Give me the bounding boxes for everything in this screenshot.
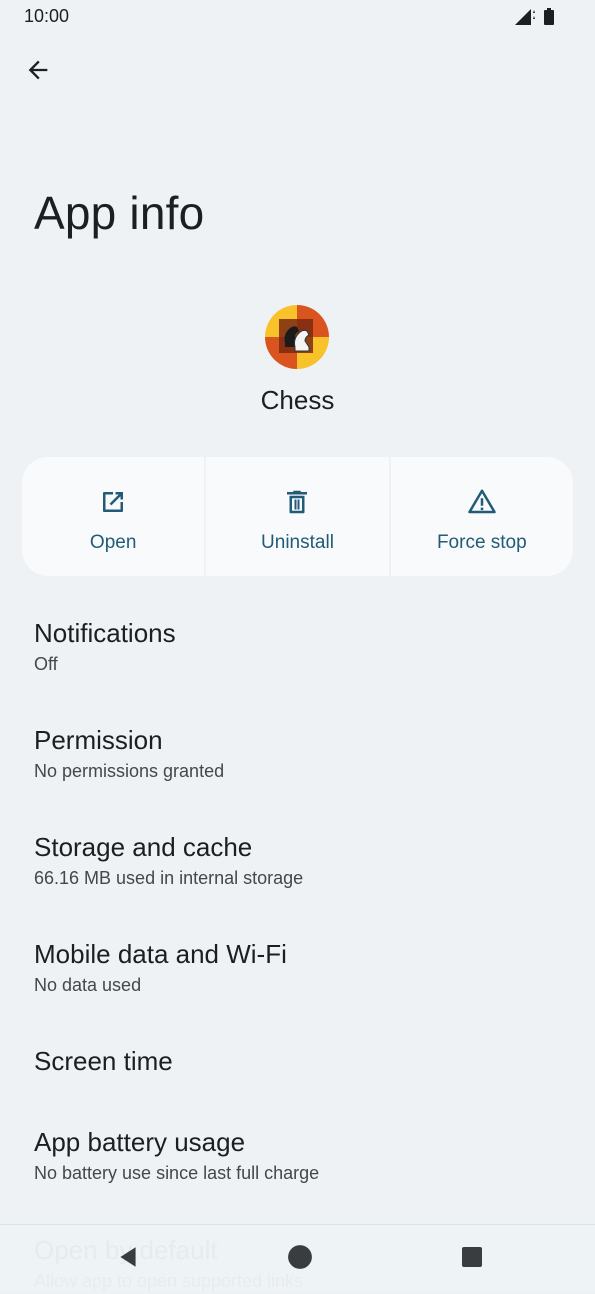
status-time: 10:00 [24, 6, 70, 26]
signal-icon [513, 7, 537, 32]
setting-title: Screen time [34, 1046, 173, 1076]
open-button[interactable]: Open [22, 457, 204, 576]
warning-icon [466, 487, 498, 522]
force-stop-label: Force stop [436, 532, 527, 553]
page-title: App info [34, 187, 205, 239]
battery-icon [543, 7, 555, 32]
navigation-bar [0, 1224, 595, 1291]
status-icons [513, 7, 555, 32]
setting-screen-time[interactable]: Screen time [34, 1043, 564, 1079]
setting-title: Permission [34, 725, 163, 755]
setting-summary: No battery use since last full charge [34, 1163, 320, 1183]
nav-back-icon [115, 1244, 141, 1275]
status-bar: 10:00 [0, 0, 595, 34]
arrow-back-icon [24, 56, 52, 89]
uninstall-button[interactable]: Uninstall [204, 457, 388, 576]
setting-summary: No data used [34, 975, 142, 995]
setting-title: App battery usage [34, 1127, 246, 1157]
open-label: Open [89, 532, 137, 553]
nav-back-button[interactable] [110, 1241, 146, 1277]
nav-recents-icon [460, 1245, 484, 1274]
setting-summary: 66.16 MB used in internal storage [34, 868, 304, 888]
force-stop-button[interactable]: Force stop [388, 457, 573, 576]
setting-title: Storage and cache [34, 832, 253, 862]
setting-title: Notifications [34, 618, 176, 648]
trash-icon [282, 487, 312, 522]
setting-title: Mobile data and Wi-Fi [34, 939, 287, 969]
app-name: Chess [260, 385, 335, 415]
setting-notifications[interactable]: Notifications Off [34, 615, 564, 677]
back-button[interactable] [18, 52, 58, 92]
nav-home-icon [287, 1244, 313, 1275]
setting-permission[interactable]: Permission No permissions granted [34, 722, 564, 784]
setting-mobile-data[interactable]: Mobile data and Wi-Fi No data used [34, 936, 564, 998]
setting-summary: No permissions granted [34, 761, 225, 781]
nav-recents-button[interactable] [454, 1241, 490, 1277]
open-external-icon [98, 487, 128, 522]
action-buttons-card: Open Uninstall Force stop [22, 457, 573, 576]
nav-home-button[interactable] [282, 1241, 318, 1277]
chess-app-icon [265, 305, 329, 369]
setting-storage-and-cache[interactable]: Storage and cache 66.16 MB used in inter… [34, 829, 564, 891]
uninstall-label: Uninstall [261, 532, 334, 553]
setting-app-battery-usage[interactable]: App battery usage No battery use since l… [34, 1124, 564, 1186]
setting-summary: Off [34, 654, 58, 674]
